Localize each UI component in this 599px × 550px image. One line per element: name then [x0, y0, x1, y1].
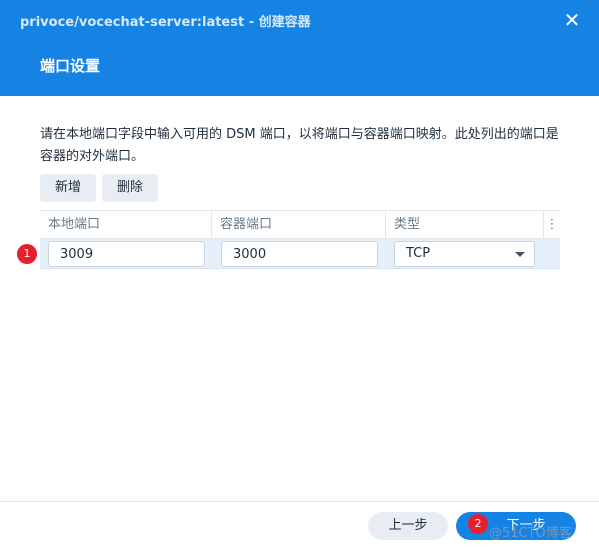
more-vertical-icon[interactable]: ⋮ [544, 211, 560, 239]
delete-button[interactable]: 删除 [102, 174, 158, 202]
local-port-input[interactable] [48, 241, 205, 267]
description-text: 请在本地端口字段中输入可用的 DSM 端口，以将端口与容器端口映射。此处列出的端… [40, 127, 559, 164]
close-icon[interactable]: ✕ [559, 9, 585, 31]
table-row[interactable]: TCP [40, 239, 560, 269]
step-badge-1: 1 [17, 244, 37, 264]
previous-button[interactable]: 上一步 [368, 512, 448, 540]
type-select-value: TCP [406, 246, 431, 261]
caret-down-icon [515, 252, 525, 257]
column-header-container-port[interactable]: 容器端口 [212, 211, 386, 239]
step-badge-2: 2 [468, 514, 488, 534]
column-header-local-port[interactable]: 本地端口 [40, 211, 212, 239]
window-title: privoce/vocechat-server:latest - 创建容器 [20, 15, 311, 30]
type-select[interactable]: TCP [394, 241, 535, 267]
port-table: 本地端口 容器端口 类型 ⋮ TCP [40, 210, 560, 269]
page-title: 端口设置 [40, 57, 101, 75]
footer-divider [0, 501, 599, 502]
watermark-text: @51CTO博客 [489, 526, 572, 541]
container-port-input[interactable] [221, 241, 378, 267]
dialog-header: privoce/vocechat-server:latest - 创建容器 ✕ … [0, 0, 599, 96]
add-button[interactable]: 新增 [40, 174, 96, 202]
table-header: 本地端口 容器端口 类型 ⋮ [40, 210, 560, 239]
column-header-type[interactable]: 类型 [386, 211, 544, 239]
